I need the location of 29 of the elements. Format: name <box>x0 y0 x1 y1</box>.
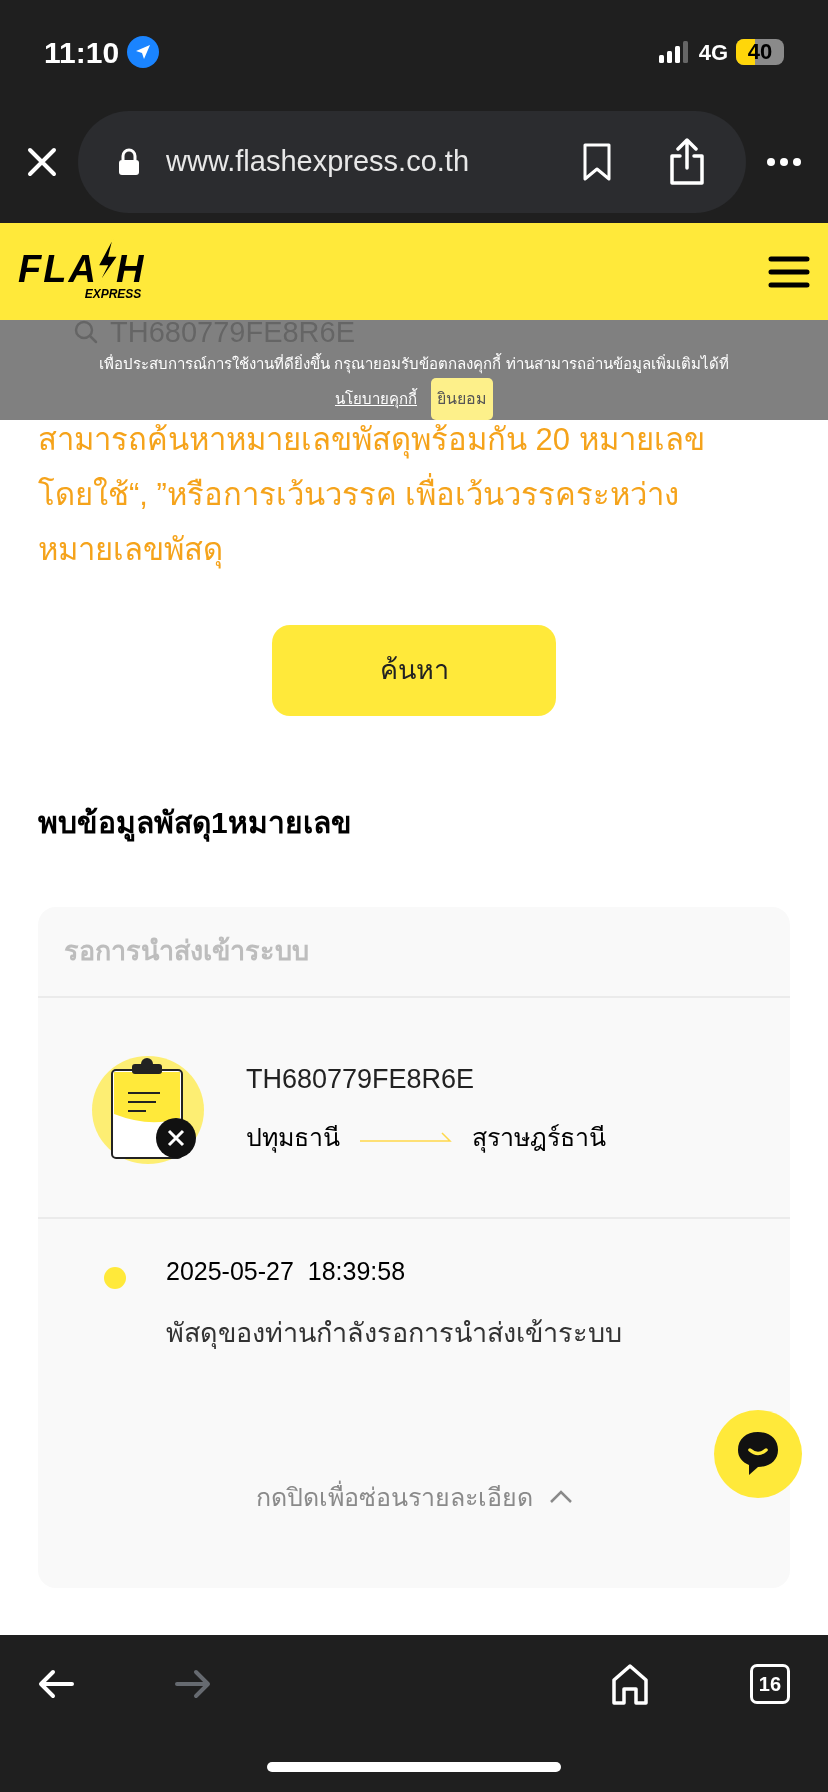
share-icon[interactable] <box>668 137 706 186</box>
back-arrow-icon[interactable] <box>38 1669 74 1699</box>
status-time: 11:10 <box>44 34 120 71</box>
parcel-status: รอการนำส่งเข้าระบบ <box>64 935 309 969</box>
search-button[interactable]: ค้นหา <box>272 625 556 716</box>
chat-bubble-icon <box>737 1431 779 1477</box>
cookie-policy-link[interactable]: นโยบายคุกกี้ <box>335 387 417 411</box>
bookmark-icon[interactable] <box>582 141 612 182</box>
search-hint: สามารถค้นหาหมายเลขพัสดุพร้อมกัน 20 หมายเลข โดยใช้“, ”หรือการเว้นวรรค เพื่อเว้นวรรคระหว่างหมายเลขพัสดุ <box>38 421 706 571</box>
logo[interactable]: FLA H EXPRESS <box>18 243 144 300</box>
menu-icon[interactable] <box>768 254 810 289</box>
origin-province: ปทุมธานี <box>246 1122 340 1155</box>
accept-button[interactable]: ยินยอม <box>431 378 493 420</box>
lock-icon <box>118 147 140 176</box>
tab-count-button[interactable]: 16 <box>749 1664 790 1704</box>
network-type: 4G <box>698 38 728 67</box>
home-icon[interactable] <box>611 1663 650 1705</box>
close-icon[interactable] <box>26 145 58 178</box>
cookie-message: เพื่อประสบการณ์การใช้งานที่ดียิ่งขึ้น กรุณายอมรับข้อตกลงคุกกี้ ท่านสามารถอ่านข้อมูลเพิ่มเติมได้ที่ <box>99 354 729 374</box>
event-description: พัสดุของท่านกำลังรอการนำส่งเข้าระบบ <box>166 1316 622 1351</box>
address-bar[interactable]: www.flashexpress.co.th <box>78 110 746 213</box>
more-icon[interactable] <box>766 156 802 167</box>
result-heading: พบข้อมูลพัสดุ1หมายเลข <box>38 800 790 845</box>
url-text: www.flashexpress.co.th <box>166 143 470 179</box>
event-time: 2025-05-27 18:39:58 <box>166 1256 407 1287</box>
tracking-number: TH680779FE8R6E <box>246 1062 476 1096</box>
signal-icon <box>658 41 691 63</box>
chevron-up-icon <box>548 1490 573 1505</box>
destination-province: สุราษฎร์ธานี <box>472 1122 606 1155</box>
